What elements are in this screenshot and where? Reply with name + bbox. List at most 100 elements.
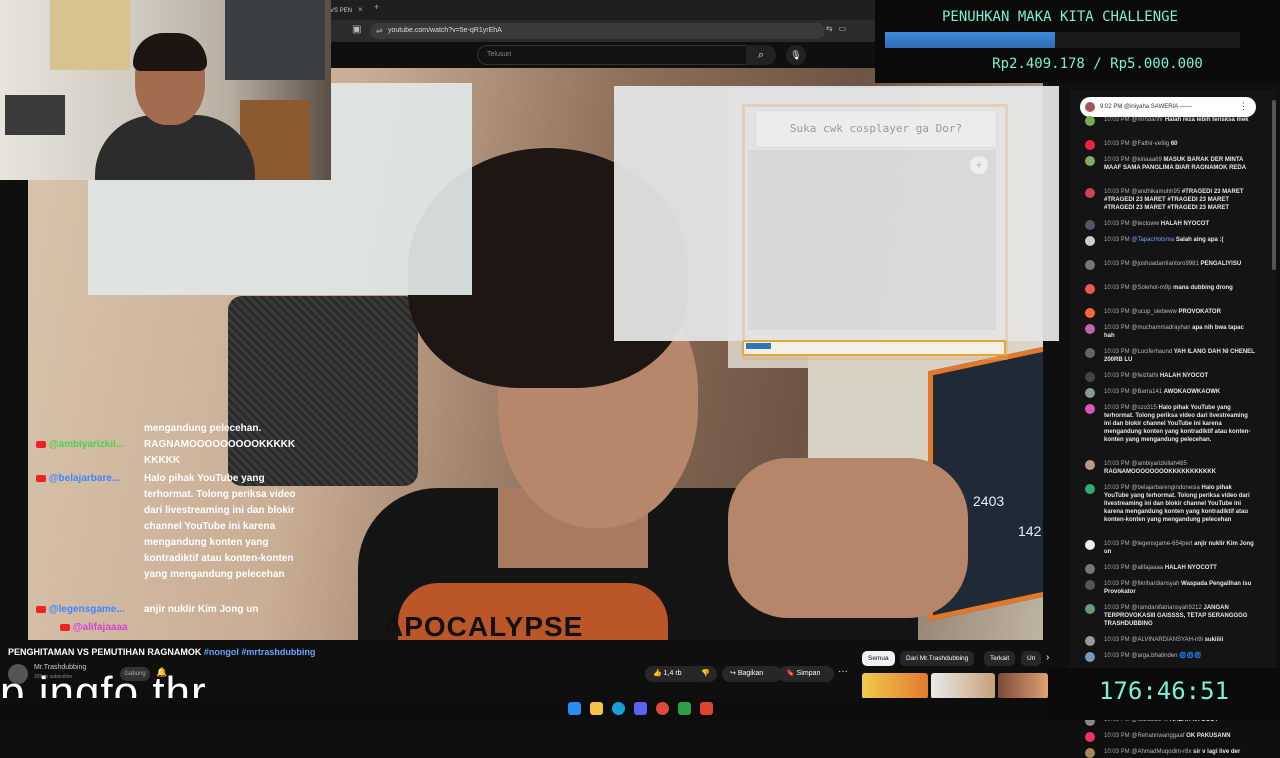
media-player-icon[interactable] <box>678 702 691 715</box>
chat-author[interactable]: @Luciferhaund <box>1131 349 1172 355</box>
chat-avatar[interactable] <box>1085 188 1095 198</box>
chat-text: RAGNAMOOOOOOOOKKKKKKKKKKK <box>1104 469 1216 475</box>
chat-message: 10:03 PM @tectoww HALAH NYOCOT <box>1085 220 1255 230</box>
chat-author[interactable]: @feizfathi <box>1131 373 1158 379</box>
chat-timestamp: 10:03 PM <box>1104 309 1130 315</box>
chat-avatar[interactable] <box>1085 236 1095 246</box>
chat-author[interactable]: @kiriaaa69 <box>1131 157 1161 163</box>
chat-author[interactable]: @andhikamuhh95 <box>1131 189 1180 195</box>
more-options-icon[interactable]: ⋮ <box>1239 96 1248 116</box>
browser-tab[interactable]: VS PEN × <box>330 2 370 18</box>
site-info-icon[interactable]: ⇌ <box>376 23 383 39</box>
like-count: 1,4 rb <box>663 670 682 677</box>
file-explorer-icon[interactable] <box>590 702 603 715</box>
chat-avatar[interactable] <box>1085 372 1095 382</box>
chat-avatar[interactable] <box>1085 284 1095 294</box>
chat-author[interactable]: @mrhdanhr <box>1131 117 1163 123</box>
chevron-right-icon[interactable]: › <box>1046 652 1049 663</box>
chip-related[interactable]: Terkait <box>984 651 1016 666</box>
microphone-icon[interactable]: 🎙 <box>786 45 806 65</box>
chat-avatar[interactable] <box>1085 308 1095 318</box>
extension-icons[interactable]: ⇆▭ <box>826 24 852 33</box>
chat-message: 10:03 PM @Rehannwanggaaf OK PAKUSANN <box>1085 732 1255 742</box>
search-input[interactable]: Telusuri <box>477 45 747 65</box>
chat-author[interactable]: @ALVINARDIANSYAH-n9i <box>1131 637 1203 643</box>
more-actions-icon[interactable]: ··· <box>838 666 848 677</box>
dislike-button[interactable]: 👎 <box>693 666 717 682</box>
chat-message: 10:03 PM @mrhdanhr Halah reza lebih teri… <box>1085 116 1255 126</box>
chat-author[interactable]: @TapacHotsma <box>1131 237 1174 243</box>
chat-author[interactable]: @legensgame-654pert <box>1131 541 1192 547</box>
video-tags[interactable]: #nongol #mrtrashdubbing <box>204 647 316 657</box>
chat-timestamp: 10:03 PM <box>1104 565 1130 571</box>
chat-timestamp: 10:03 PM <box>1104 261 1130 267</box>
chat-message: 10:03 PM @Solehot-m9p mana dubbing drong <box>1085 284 1255 294</box>
recommended-thumbnail[interactable] <box>862 673 928 699</box>
chat-avatar[interactable] <box>1085 140 1095 150</box>
chip-more[interactable]: Un <box>1021 651 1041 666</box>
chat-avatar[interactable] <box>1085 260 1095 270</box>
chat-author[interactable]: @muchammadrayhan <box>1131 325 1190 331</box>
chip-all[interactable]: Semua <box>862 651 895 666</box>
chat-avatar[interactable] <box>1085 604 1095 614</box>
chat-author[interactable]: @ramdanifatriansyah9212 <box>1131 605 1201 611</box>
search-icon[interactable]: ⌕ <box>746 45 776 65</box>
chat-avatar[interactable] <box>1085 388 1095 398</box>
share-button[interactable]: ↪ Bagikan <box>722 666 782 682</box>
recommended-thumbnail[interactable] <box>998 673 1048 699</box>
chat-avatar[interactable] <box>1085 348 1095 358</box>
chat-author[interactable]: @AhmadMuqodim-r8x <box>1131 749 1191 755</box>
chat-author[interactable]: @alifajaaaa <box>1131 565 1163 571</box>
search-placeholder: Telusuri <box>487 51 512 58</box>
chat-timestamp: 10:03 PM <box>1104 221 1130 227</box>
chat-avatar[interactable] <box>1085 404 1095 414</box>
brave-browser-icon[interactable] <box>700 702 713 715</box>
chat-avatar[interactable] <box>1085 324 1095 334</box>
chat-avatar[interactable] <box>1085 652 1095 662</box>
chat-avatar[interactable] <box>1085 540 1095 550</box>
chat-author[interactable]: @Solehot-m9p <box>1131 285 1171 291</box>
thumbs-up-icon: 👍 <box>653 670 662 677</box>
chat-scrollbar[interactable] <box>1272 100 1276 270</box>
chat-message: 10:03 PM @Luciferhaund YAH ILANG DAH NI … <box>1085 348 1255 364</box>
address-bar[interactable]: ⇌ youtube.com/watch?v=5e-qR1yrEhA <box>370 23 825 39</box>
video-title-text: PENGHITAMAN VS PEMUTIHAN RAGNAMOK <box>8 647 202 657</box>
edge-browser-icon[interactable] <box>612 702 625 715</box>
chat-avatar[interactable] <box>1085 636 1095 646</box>
chat-avatar[interactable] <box>1085 220 1095 230</box>
chat-avatar[interactable] <box>1085 564 1095 574</box>
chip-from-channel[interactable]: Dari Mr.Trashdubbing <box>900 651 975 666</box>
chat-avatar[interactable] <box>1085 484 1095 494</box>
chrome-icon[interactable] <box>656 702 669 715</box>
windows-start-icon[interactable] <box>568 702 581 715</box>
chat-avatar[interactable] <box>1085 732 1095 742</box>
new-tab-icon[interactable]: + <box>374 2 379 12</box>
chat-author[interactable]: @joshuadarrilantoro9981 <box>1131 261 1198 267</box>
chat-author[interactable]: @szo315 <box>1131 405 1156 411</box>
chat-avatar[interactable] <box>1085 580 1095 590</box>
chat-avatar[interactable] <box>1085 156 1095 166</box>
pinned-message[interactable]: 9:02 PM @iniyaha SAWERIA —— ⋮ <box>1080 97 1256 117</box>
chat-message: 10:03 PM @muchammadrayhan apa nih bwa ta… <box>1085 324 1255 340</box>
chat-message: 10:03 PM @szo315 Halo pihak YouTube yang… <box>1085 404 1255 444</box>
chat-author[interactable]: @belajarbarengindonesia <box>1131 485 1199 491</box>
tab-close-icon[interactable]: × <box>358 5 363 14</box>
chat-author[interactable]: @ucup_slebeww <box>1131 309 1176 315</box>
chat-avatar[interactable] <box>1085 460 1095 470</box>
chat-avatar[interactable] <box>1085 116 1095 126</box>
discord-icon[interactable] <box>634 702 647 715</box>
overlay-chat-line: mengandung pelecehan. <box>144 423 262 434</box>
overlay-chat-line: Halo pihak YouTube yang terhormat. Tolon… <box>144 473 296 580</box>
chat-author[interactable]: @arga.bhatinden <box>1131 653 1177 659</box>
chat-avatar[interactable] <box>1085 748 1095 758</box>
chat-author[interactable]: @Rehannwanggaaf <box>1131 733 1184 739</box>
recommended-thumbnail[interactable] <box>931 673 995 699</box>
save-button[interactable]: 🔖 Simpan <box>778 666 834 682</box>
chat-author[interactable]: @Barra141 <box>1131 389 1162 395</box>
chat-author[interactable]: @ambiyarizkillah485 <box>1131 461 1186 467</box>
chat-author[interactable]: @Fathir-ve9ig <box>1131 141 1169 147</box>
chat-text: PENGALIYISU <box>1200 261 1242 267</box>
tab-search-icon[interactable]: ▣ <box>352 24 361 35</box>
chat-author[interactable]: @fikrihardiansyah <box>1131 581 1179 587</box>
chat-author[interactable]: @tectoww <box>1131 221 1159 227</box>
